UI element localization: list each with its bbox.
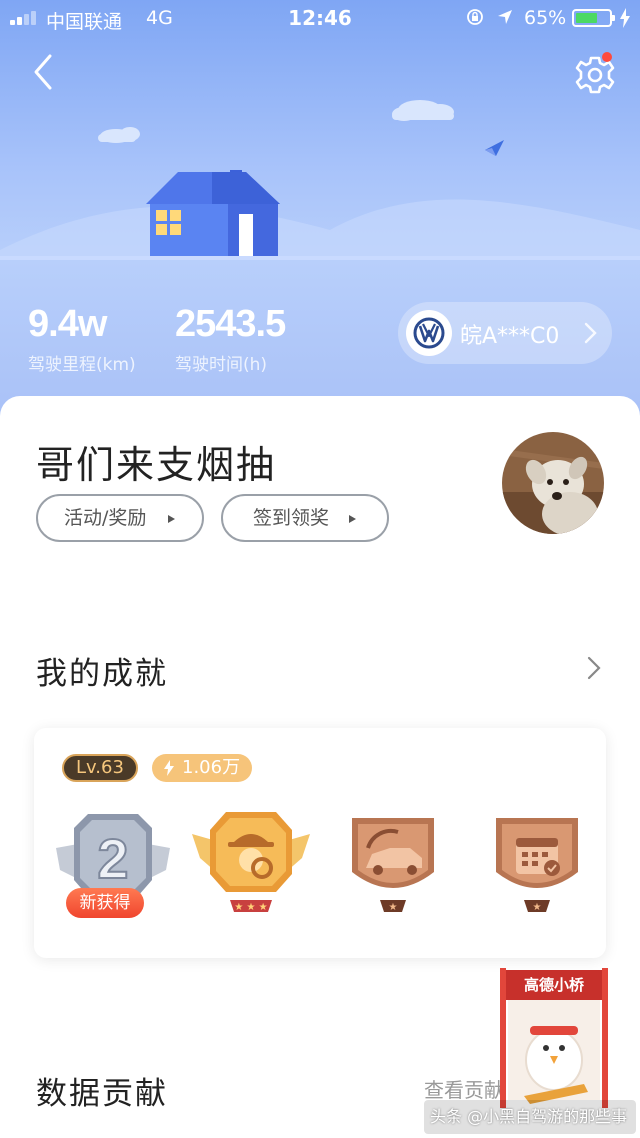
location-arrow-icon bbox=[498, 10, 512, 24]
house-illustration bbox=[0, 100, 640, 260]
notification-dot bbox=[602, 52, 612, 62]
svg-text:2: 2 bbox=[97, 827, 128, 890]
svg-text:★: ★ bbox=[389, 902, 398, 913]
username: 哥们来支烟抽 bbox=[36, 443, 277, 487]
achievements-title: 我的成就 bbox=[36, 656, 168, 692]
points-badge: 1.06万 bbox=[152, 754, 253, 782]
chevron-right-icon bbox=[584, 322, 597, 344]
svg-text:★ ★ ★: ★ ★ ★ bbox=[234, 902, 267, 913]
checkin-reward-button[interactable]: 签到领奖 bbox=[221, 494, 389, 542]
explorer-gold-medal-icon: ★ ★ ★ bbox=[192, 812, 310, 913]
achievements-card[interactable]: Lv.63 1.06万 2 新获得 ★ ★ ★ ★ ★ bbox=[34, 728, 606, 958]
calendar-bronze-medal-icon: ★ bbox=[496, 818, 578, 913]
rotation-lock-icon bbox=[467, 9, 483, 25]
watermark: 头条 @小黑自驾游的那些事 bbox=[424, 1100, 636, 1134]
data-contribution-title: 数据贡献 bbox=[36, 1076, 168, 1112]
svg-text:★: ★ bbox=[533, 902, 542, 913]
dog-photo bbox=[502, 432, 604, 534]
caret-right-icon bbox=[349, 515, 356, 523]
volkswagen-logo-icon bbox=[406, 310, 452, 356]
lightning-icon bbox=[164, 760, 174, 776]
stat-value: 9.4w bbox=[28, 303, 107, 345]
promo-title: 高德小桥 bbox=[523, 976, 584, 994]
battery-icon bbox=[572, 9, 615, 27]
points-value: 1.06万 bbox=[182, 757, 241, 778]
hero-header: 中国联通 4G 12:46 65% 9.4w 驾驶里程(km) 2543.5 驾… bbox=[0, 0, 640, 420]
status-bar: 中国联通 4G 12:46 65% bbox=[0, 0, 640, 38]
driving-distance-stat: 9.4w 驾驶里程(km) bbox=[28, 304, 136, 375]
button-label: 签到领奖 bbox=[253, 507, 330, 529]
avatar[interactable] bbox=[502, 432, 604, 534]
view-contribution-link[interactable]: 查看贡献 bbox=[424, 1074, 504, 1103]
activities-rewards-button[interactable]: 活动/奖励 bbox=[36, 494, 204, 542]
battery-percent: 65% bbox=[524, 7, 567, 29]
button-label: 活动/奖励 bbox=[64, 507, 147, 529]
new-achievement-tag: 新获得 bbox=[66, 888, 144, 918]
charging-bolt-icon bbox=[620, 8, 630, 28]
driving-time-stat: 2543.5 驾驶时间(h) bbox=[175, 303, 286, 375]
level-badge: Lv.63 bbox=[62, 754, 138, 782]
achievements-more-chevron-icon[interactable] bbox=[584, 654, 604, 682]
license-plate: 皖A***C0 bbox=[460, 324, 560, 349]
vehicle-selector[interactable]: 皖A***C0 bbox=[398, 302, 612, 364]
car-bronze-medal-icon: ★ bbox=[352, 818, 434, 913]
stat-value: 2543.5 bbox=[175, 303, 286, 345]
stat-label: 驾驶时间(h) bbox=[175, 355, 268, 375]
caret-right-icon bbox=[168, 515, 175, 523]
stat-label: 驾驶里程(km) bbox=[28, 355, 136, 375]
